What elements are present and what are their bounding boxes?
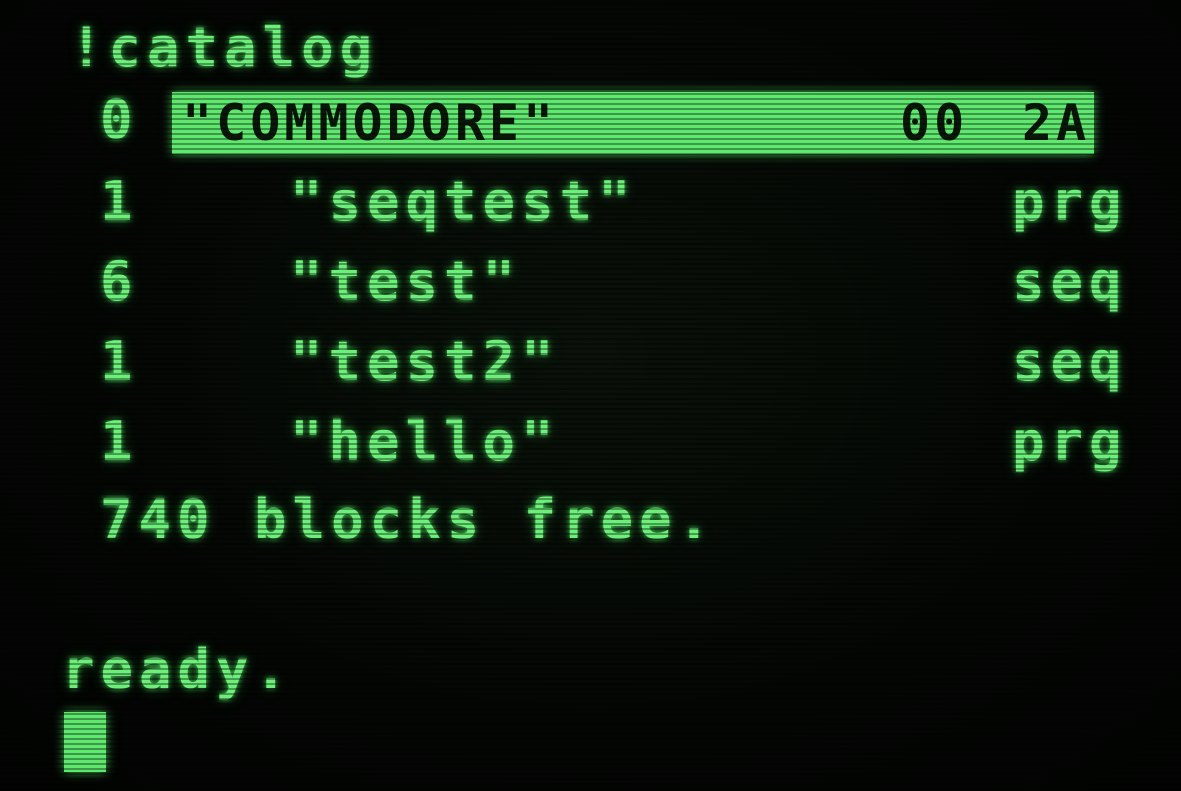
terminal-screen[interactable]: !catalog 0 "COMMODORE" 00 2A 1 "seqtest"… bbox=[0, 0, 1181, 791]
file-blocks: 6 bbox=[100, 250, 139, 313]
blocks-free-status: 740 blocks free. bbox=[100, 488, 717, 551]
file-blocks: 1 bbox=[100, 410, 139, 473]
disk-name: "COMMODORE" bbox=[182, 94, 558, 152]
file-name: "test2" bbox=[290, 330, 560, 393]
file-type: seq bbox=[1012, 330, 1128, 393]
file-name: "seqtest" bbox=[290, 170, 637, 233]
dos-format: 2A bbox=[1022, 94, 1091, 152]
file-name: "test" bbox=[290, 250, 522, 313]
command-line: !catalog bbox=[70, 16, 379, 79]
disk-id: 00 bbox=[900, 94, 969, 152]
header-drive-number: 0 bbox=[100, 88, 139, 151]
file-type: seq bbox=[1012, 250, 1128, 313]
disk-header-bar: "COMMODORE" 00 2A bbox=[172, 92, 1094, 154]
text-cursor[interactable] bbox=[64, 712, 106, 772]
ready-prompt: ready. bbox=[62, 638, 294, 701]
file-type: prg bbox=[1012, 170, 1128, 233]
file-blocks: 1 bbox=[100, 330, 139, 393]
file-type: prg bbox=[1012, 410, 1128, 473]
file-blocks: 1 bbox=[100, 170, 139, 233]
file-name: "hello" bbox=[290, 410, 560, 473]
